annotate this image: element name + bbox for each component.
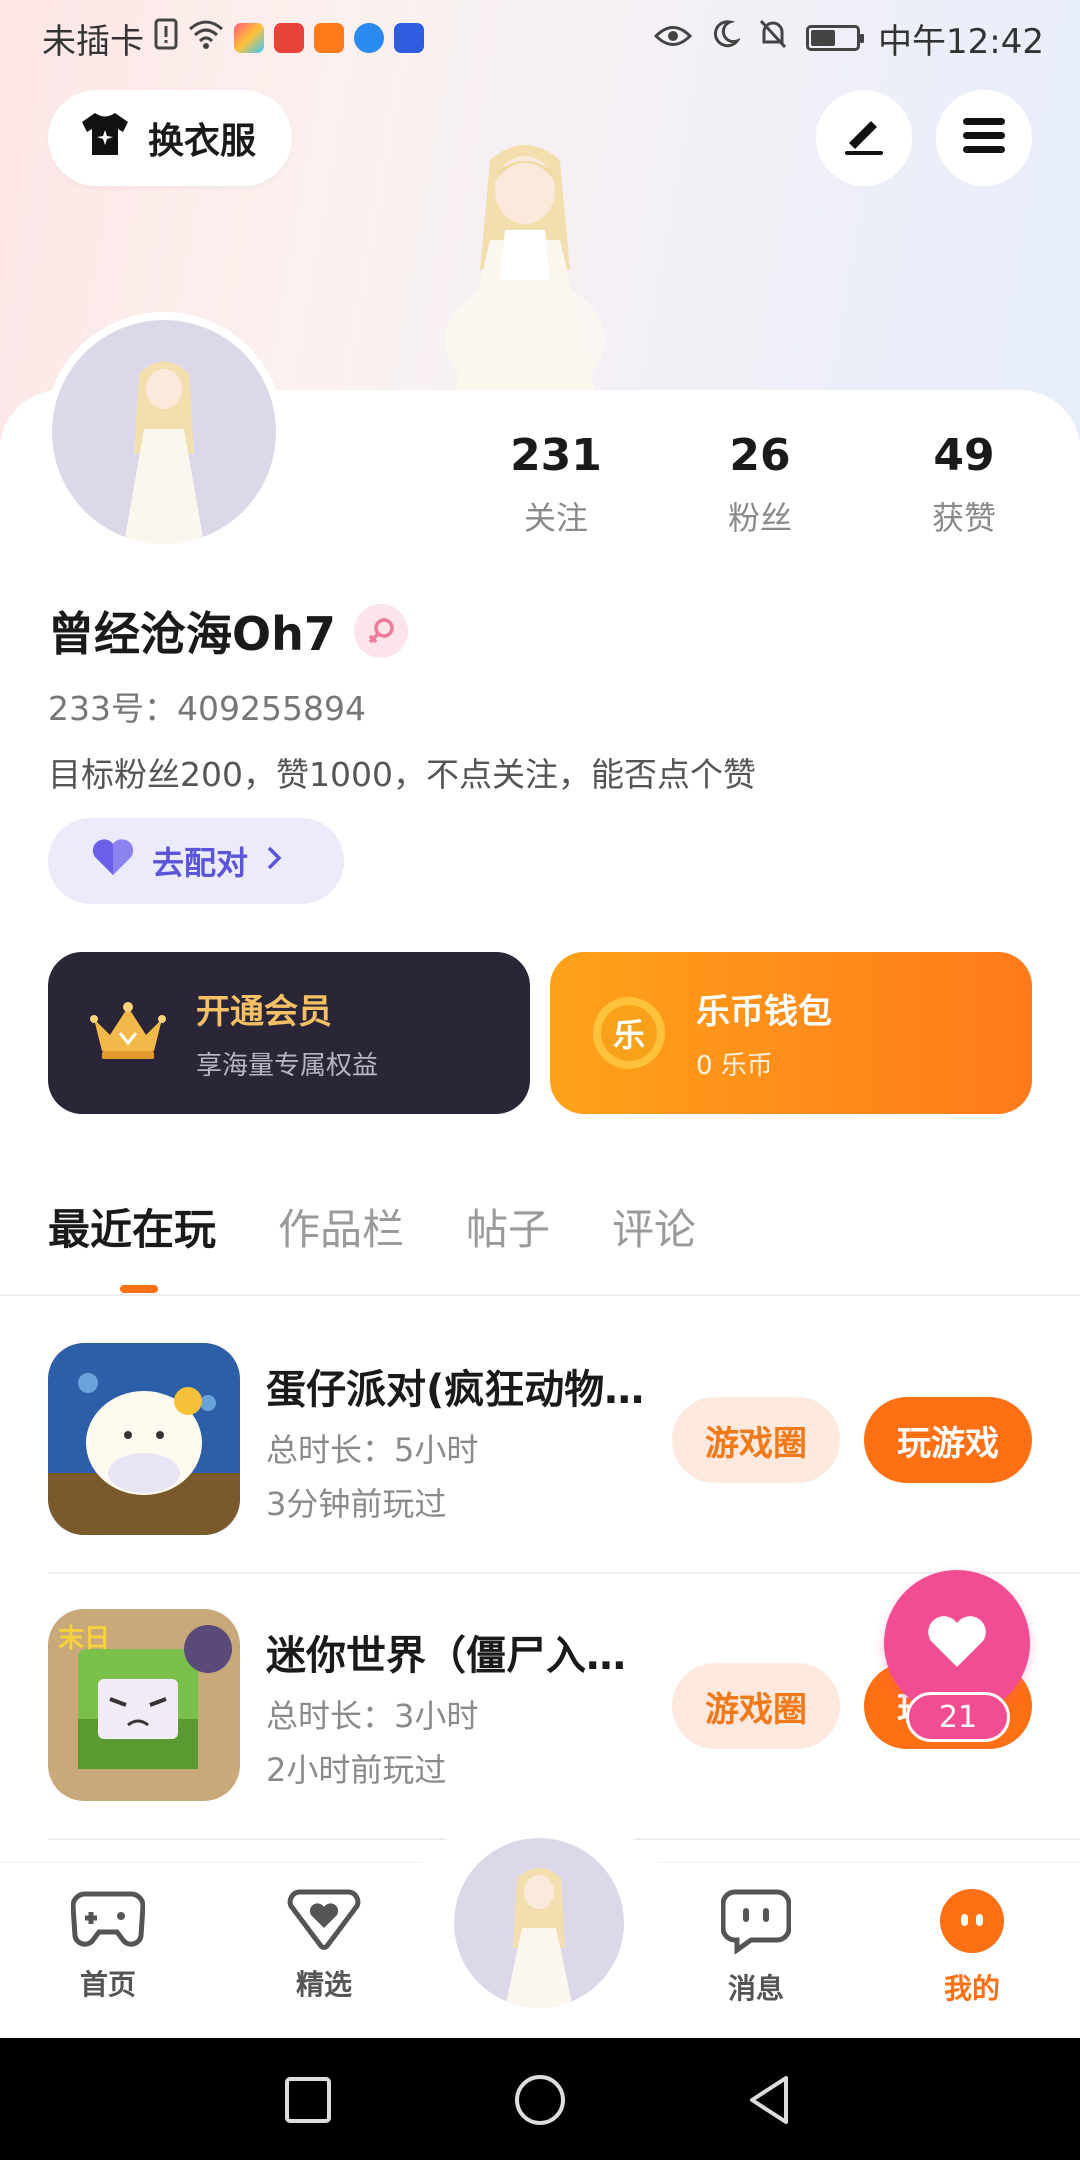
- likes-count: 49: [933, 430, 995, 481]
- game-circle-button[interactable]: 游戏圈: [672, 1663, 840, 1749]
- likes-label: 获赞: [931, 499, 996, 537]
- back-button[interactable]: [742, 2072, 798, 2128]
- nav-item-messages[interactable]: 消息: [686, 1888, 826, 2007]
- heart-icon: [925, 1613, 989, 1673]
- following-label: 关注: [523, 499, 588, 537]
- tabs-divider: [0, 1294, 1080, 1296]
- browser-app-icon: [354, 23, 384, 53]
- profile-icon: [939, 1888, 1005, 1961]
- battery-icon: [806, 25, 865, 51]
- game-circle-button[interactable]: 游戏圈: [672, 1397, 840, 1483]
- username-row: 曾经沧海Oh7: [48, 598, 408, 664]
- profile-tabs: 最近在玩 作品栏 帖子 评论: [48, 1196, 696, 1257]
- game-title: 蛋仔派对(疯狂动物…: [266, 1367, 645, 1413]
- tshirt-icon: [78, 110, 132, 167]
- change-outfit-label: 换衣服: [148, 121, 257, 162]
- like-count-badge: 21: [906, 1692, 1010, 1742]
- wallet-balance: 0 乐币: [696, 1051, 773, 1081]
- purple-heart-icon: [90, 837, 136, 885]
- list-divider: [48, 1572, 1080, 1574]
- crown-icon: [88, 999, 168, 1067]
- bell-muted-icon: [758, 18, 788, 59]
- likes-stat[interactable]: 49 获赞: [884, 430, 1044, 539]
- menu-icon: [961, 116, 1007, 160]
- match-button[interactable]: 去配对: [48, 818, 344, 904]
- match-label: 去配对: [152, 844, 249, 882]
- nav-center-avatar[interactable]: [454, 1838, 624, 2008]
- play-game-button[interactable]: 玩游戏: [864, 1397, 1032, 1483]
- home-app-icon: [314, 23, 344, 53]
- female-gender-icon: [353, 604, 408, 658]
- eggy-party-game-icon: [48, 1343, 240, 1535]
- pen-icon: [841, 113, 887, 163]
- vip-title: 开通会员: [196, 992, 332, 1032]
- coin-label: 乐: [612, 1016, 645, 1054]
- nav-item-home[interactable]: 首页: [38, 1888, 178, 2003]
- vip-subtitle: 享海量专属权益: [196, 1051, 379, 1081]
- app-notification-icon: [234, 23, 264, 53]
- nav-profile-label: 我的: [943, 1972, 1000, 2005]
- heart-badge-icon: [287, 1888, 361, 1957]
- wallet-title: 乐币钱包: [696, 992, 832, 1032]
- followers-label: 粉丝: [727, 499, 792, 537]
- chevron-right-icon: [264, 842, 284, 880]
- nav-item-featured[interactable]: 精选: [254, 1888, 394, 2003]
- tab-works[interactable]: 作品栏: [278, 1196, 404, 1257]
- avatar-image: [52, 320, 276, 544]
- tab-recently-played[interactable]: 最近在玩: [48, 1196, 216, 1257]
- game-list-item[interactable]: 蛋仔派对(疯狂动物… 总时长：5小时 3分钟前玩过 游戏圈 玩游戏: [48, 1343, 1080, 1543]
- vip-membership-card[interactable]: 开通会员 享海量专属权益: [48, 952, 530, 1114]
- game-duration: 总时长：5小时: [266, 1431, 479, 1469]
- nav-item-profile[interactable]: 我的: [902, 1888, 1042, 2007]
- baidu-app-icon: [394, 23, 424, 53]
- nav-home-label: 首页: [79, 1968, 136, 2001]
- carrier-text: 未插卡: [42, 21, 144, 62]
- home-button[interactable]: [512, 2072, 568, 2128]
- status-bar: 未插卡 中午12:42: [0, 0, 1080, 76]
- huawei-app-icon: [274, 23, 304, 53]
- username: 曾经沧海Oh7: [48, 607, 336, 661]
- active-tab-indicator: [120, 1285, 158, 1293]
- game-title: 迷你世界（僵尸入…: [266, 1633, 626, 1679]
- nav-messages-label: 消息: [727, 1972, 784, 2005]
- user-bio: 目标粉丝200，赞1000，不点关注，能否点个赞: [48, 755, 756, 794]
- wifi-icon: [188, 18, 224, 58]
- avatar[interactable]: [44, 312, 284, 552]
- recent-apps-button[interactable]: [280, 2072, 336, 2128]
- mini-world-logo-text: 末日: [58, 1623, 110, 1653]
- tab-comments[interactable]: 评论: [612, 1196, 696, 1257]
- game-last-played: 2小时前玩过: [266, 1751, 447, 1789]
- game-duration: 总时长：3小时: [266, 1697, 479, 1735]
- tab-posts[interactable]: 帖子: [466, 1196, 550, 1257]
- change-outfit-button[interactable]: 换衣服: [48, 90, 293, 186]
- chat-icon: [720, 1888, 792, 1961]
- clock-text: 中午12:42: [878, 21, 1044, 62]
- wallet-card[interactable]: 乐 乐币钱包 0 乐币: [550, 952, 1032, 1114]
- coin-icon: 乐: [590, 994, 668, 1072]
- following-count: 231: [510, 430, 602, 481]
- menu-button[interactable]: [936, 90, 1032, 186]
- user-id: 233号：409255894: [48, 689, 366, 728]
- mini-world-game-icon: 末日: [48, 1609, 240, 1801]
- followers-stat[interactable]: 26 粉丝: [680, 430, 840, 539]
- edit-profile-button[interactable]: [816, 90, 912, 186]
- nav-featured-label: 精选: [295, 1968, 352, 2001]
- followers-count: 26: [729, 430, 791, 481]
- game-last-played: 3分钟前玩过: [266, 1485, 447, 1523]
- sim-alert-icon: [154, 18, 178, 59]
- avatar-3d-figure[interactable]: [420, 130, 630, 400]
- following-stat[interactable]: 231 关注: [476, 430, 636, 539]
- eye-comfort-icon: [653, 18, 693, 58]
- moon-icon: [710, 18, 742, 58]
- gamepad-icon: [70, 1888, 146, 1957]
